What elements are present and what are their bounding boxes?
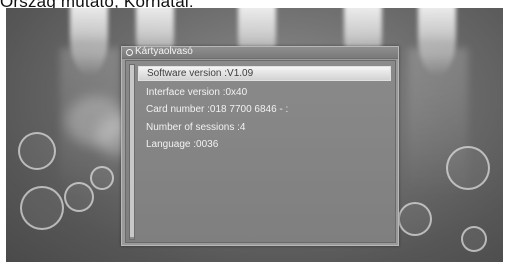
bubble-2	[20, 186, 64, 230]
info-list: Software version :V1.09 Interface versio…	[138, 66, 391, 156]
page: Ország mutató, Kornatal: Kártyaolvasó So…	[0, 0, 509, 262]
dialog-titlebar: Kártyaolvasó	[122, 46, 398, 59]
circle-bullet-icon	[126, 49, 133, 56]
list-item-interface-version[interactable]: Interface version :0x40	[138, 86, 391, 99]
list-item-software-version[interactable]: Software version :V1.09	[138, 66, 391, 81]
scrollbar[interactable]	[129, 64, 135, 240]
bubble-6	[398, 202, 432, 236]
bubble-1	[18, 132, 56, 170]
card-reader-dialog: Kártyaolvasó Software version :V1.09 Int…	[121, 46, 399, 246]
list-item-language[interactable]: Language :0036	[138, 138, 391, 151]
bubble-7	[461, 226, 487, 252]
dialog-title: Kártyaolvasó	[135, 46, 193, 57]
list-item-number-of-sessions[interactable]: Number of sessions :4	[138, 121, 391, 134]
scrollbar-thumb[interactable]	[130, 65, 134, 237]
dialog-body: Software version :V1.09 Interface versio…	[125, 60, 396, 243]
bubble-4	[90, 166, 114, 190]
bubble-3	[64, 182, 94, 212]
list-item-card-number[interactable]: Card number :018 7700 6846 - :	[138, 103, 391, 116]
bubble-5	[446, 146, 490, 190]
